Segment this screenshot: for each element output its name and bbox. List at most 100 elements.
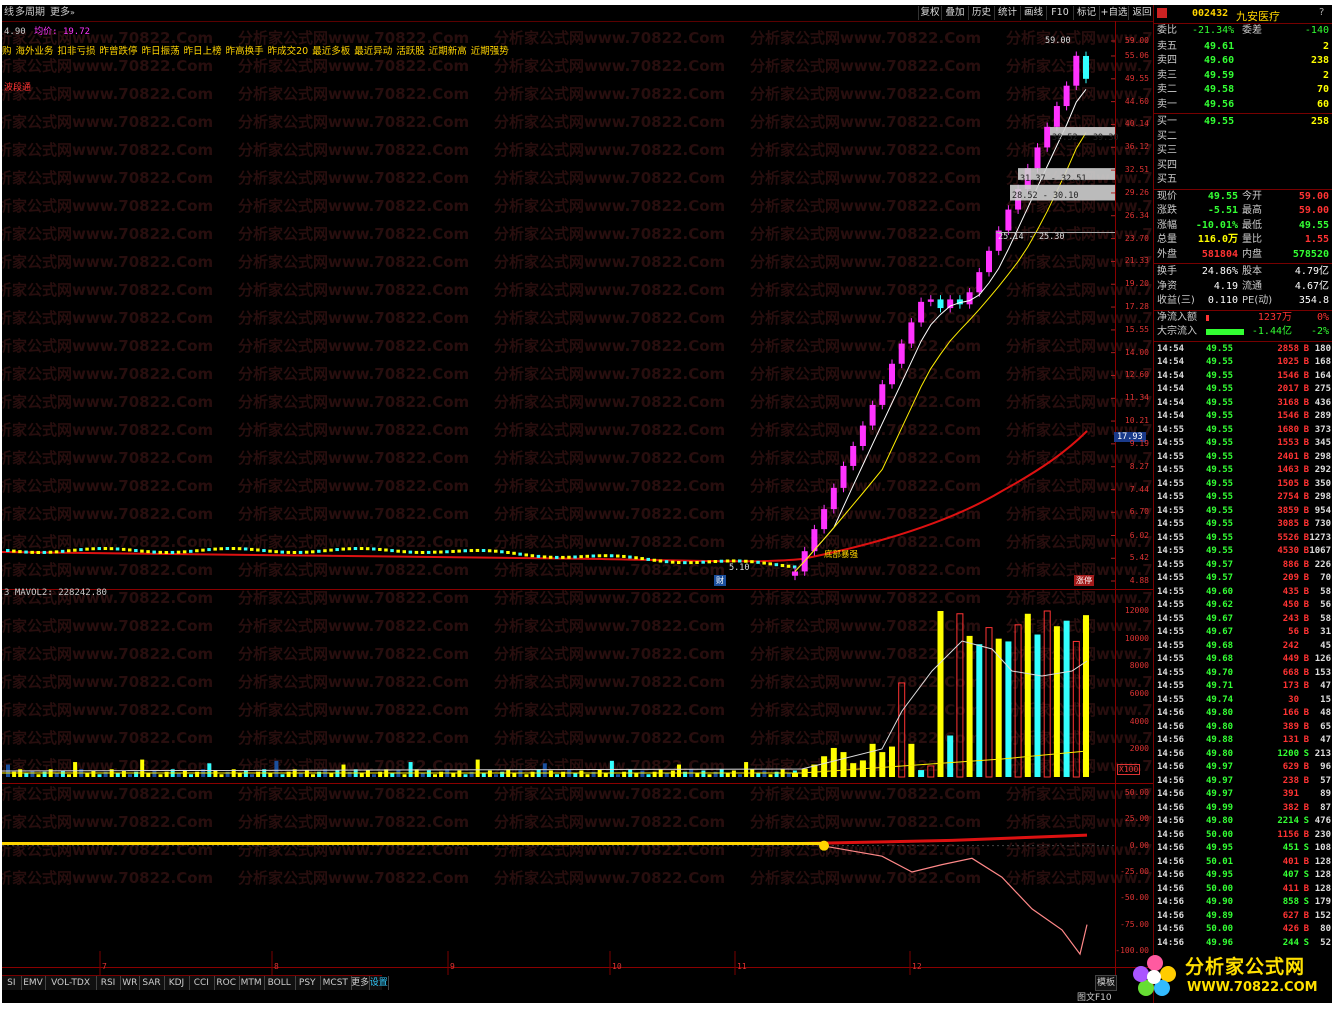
tick-price: 49.55: [1206, 519, 1234, 529]
indicator-tab[interactable]: 设置: [370, 976, 390, 990]
trade-tick-row: 14:56 50.00 1156 B 230: [1154, 829, 1332, 843]
candle: [176, 550, 181, 554]
tick-direction: B: [1303, 586, 1309, 597]
tick-price: 49.57: [1206, 559, 1234, 570]
volume-bar: [182, 770, 187, 777]
finance-badge[interactable]: 财: [714, 575, 726, 586]
chevron-right-icon[interactable]: »: [70, 5, 75, 21]
top-toolbar: 线 多周期 更多 » 复权 叠加 历史 统计 画线 F10 标记 +自选 返回: [2, 5, 1155, 22]
indicator-tab[interactable]: SI: [2, 976, 22, 990]
ask-price: 49.56: [1204, 98, 1235, 110]
tick-direction: S: [1303, 816, 1309, 826]
tick-price: 49.80: [1206, 721, 1234, 732]
candle: [286, 550, 291, 554]
candle: [664, 560, 669, 564]
f10-link[interactable]: 图文F10: [1077, 990, 1112, 1003]
indicator-tab[interactable]: PSY: [295, 976, 321, 990]
tick-direction: S: [1303, 870, 1309, 880]
tick-price: 49.71: [1206, 681, 1234, 691]
candle: [158, 550, 162, 554]
volume-bar: [821, 756, 828, 777]
toolbar-button-stats[interactable]: 统计: [994, 6, 1020, 20]
toolbar-button-overlay[interactable]: 叠加: [941, 6, 968, 20]
trade-tick-row: 14:55 49.55 1553 B 345: [1154, 437, 1332, 451]
indicator-tab[interactable]: EMV: [21, 976, 47, 990]
toolbar-button-back[interactable]: 返回: [1128, 6, 1155, 20]
tick-price: 50.00: [1206, 829, 1234, 840]
candle: [555, 555, 559, 559]
toolbar-button-drawline[interactable]: 画线: [1020, 6, 1046, 20]
tick-volume: 411: [1282, 883, 1299, 894]
candle: [225, 547, 230, 551]
ask-price: 49.60: [1204, 55, 1235, 66]
toolbar-button-f10[interactable]: F10: [1046, 6, 1073, 20]
toolbar-item-more[interactable]: 更多: [50, 5, 70, 21]
trade-tick-row: 14:55 49.62 450 B 56: [1154, 599, 1332, 613]
candle: [579, 555, 583, 559]
fund-value: 4.19: [1213, 280, 1238, 292]
candle: [774, 563, 779, 567]
trade-tick-row: 14:55 49.67 243 B 58: [1154, 613, 1332, 627]
candle: [530, 554, 535, 558]
toolbar-button-mark[interactable]: 标记: [1073, 6, 1099, 20]
candle: [79, 548, 83, 552]
toolbar-item-multiperiod[interactable]: 多周期: [15, 5, 45, 21]
indicator-tab[interactable]: ROC: [214, 976, 240, 990]
annotation-label: 底部暴强: [824, 550, 859, 560]
indicator-tab[interactable]: KDJ: [164, 976, 190, 990]
tick-count: 87: [1320, 802, 1331, 813]
toolbar-button-history[interactable]: 历史: [968, 6, 994, 20]
flow-amount: -1.44亿: [1251, 326, 1292, 337]
tick-price: 49.62: [1206, 600, 1234, 610]
trade-tick-row: 14:54 49.55 1546 B 164: [1154, 370, 1332, 384]
stat-label: 最高: [1242, 205, 1262, 216]
month-label: 10: [612, 962, 622, 971]
ask-volume: 2: [1322, 69, 1329, 81]
indicator-tab[interactable]: WR: [121, 976, 141, 990]
price-tick: 9.19: [1129, 438, 1149, 448]
candle: [359, 547, 364, 551]
ask-price: 49.59: [1204, 69, 1235, 81]
candle: [207, 548, 211, 552]
indicator-tab[interactable]: CCI: [189, 976, 215, 990]
limit-up-badge[interactable]: 涨停: [1074, 575, 1094, 586]
toolbar-button-adjust[interactable]: 复权: [918, 6, 941, 20]
price-tick: 6.02: [1129, 530, 1149, 540]
volume-bar: [573, 772, 578, 777]
ask-row: 卖二 49.58 70: [1154, 83, 1332, 98]
help-icon[interactable]: ?: [1319, 7, 1324, 18]
tick-volume: 450: [1282, 600, 1299, 610]
toolbar-button-add-watchlist[interactable]: +自选: [1099, 6, 1128, 20]
candle: [768, 562, 772, 566]
volume-bar: [213, 770, 218, 777]
menu-icon[interactable]: [1157, 8, 1167, 18]
tick-direction: S: [1303, 748, 1309, 759]
indicator-tab[interactable]: SAR: [139, 976, 165, 990]
tick-count: 345: [1314, 438, 1331, 448]
price-tick: 14.00: [1124, 347, 1149, 357]
label: 委比: [1157, 25, 1177, 36]
candle: [372, 547, 376, 551]
indicator-tab[interactable]: RSI: [96, 976, 122, 990]
volume-tick: 6000: [1129, 689, 1149, 698]
volume-bar: [640, 770, 645, 777]
kline-chart[interactable]: [2, 21, 1153, 975]
trade-tick-row: 14:56 49.95 451 S 108: [1154, 842, 1332, 856]
candle: [451, 549, 455, 553]
tick-time: 14:56: [1157, 883, 1185, 894]
tick-volume: 391: [1282, 789, 1299, 799]
indicator-tab[interactable]: VOL-TDX: [46, 976, 97, 990]
indicator-tab[interactable]: MCST: [320, 976, 352, 990]
tick-price: 49.55: [1206, 451, 1234, 462]
trade-tick-row: 14:55 49.55 3085 B 730: [1154, 518, 1332, 532]
indicator-tab[interactable]: MTM: [239, 976, 265, 990]
candle: [402, 550, 406, 554]
fund-value: 24.86%: [1201, 266, 1238, 277]
tick-price: 50.00: [1206, 924, 1234, 934]
indicator-tab[interactable]: BOLL: [264, 976, 296, 990]
template-button[interactable]: 模板: [1095, 975, 1117, 991]
candle: [317, 549, 321, 553]
indicator-tab[interactable]: 更多: [351, 976, 371, 990]
candle: [756, 560, 760, 564]
toolbar-item-line[interactable]: 线: [4, 5, 14, 21]
